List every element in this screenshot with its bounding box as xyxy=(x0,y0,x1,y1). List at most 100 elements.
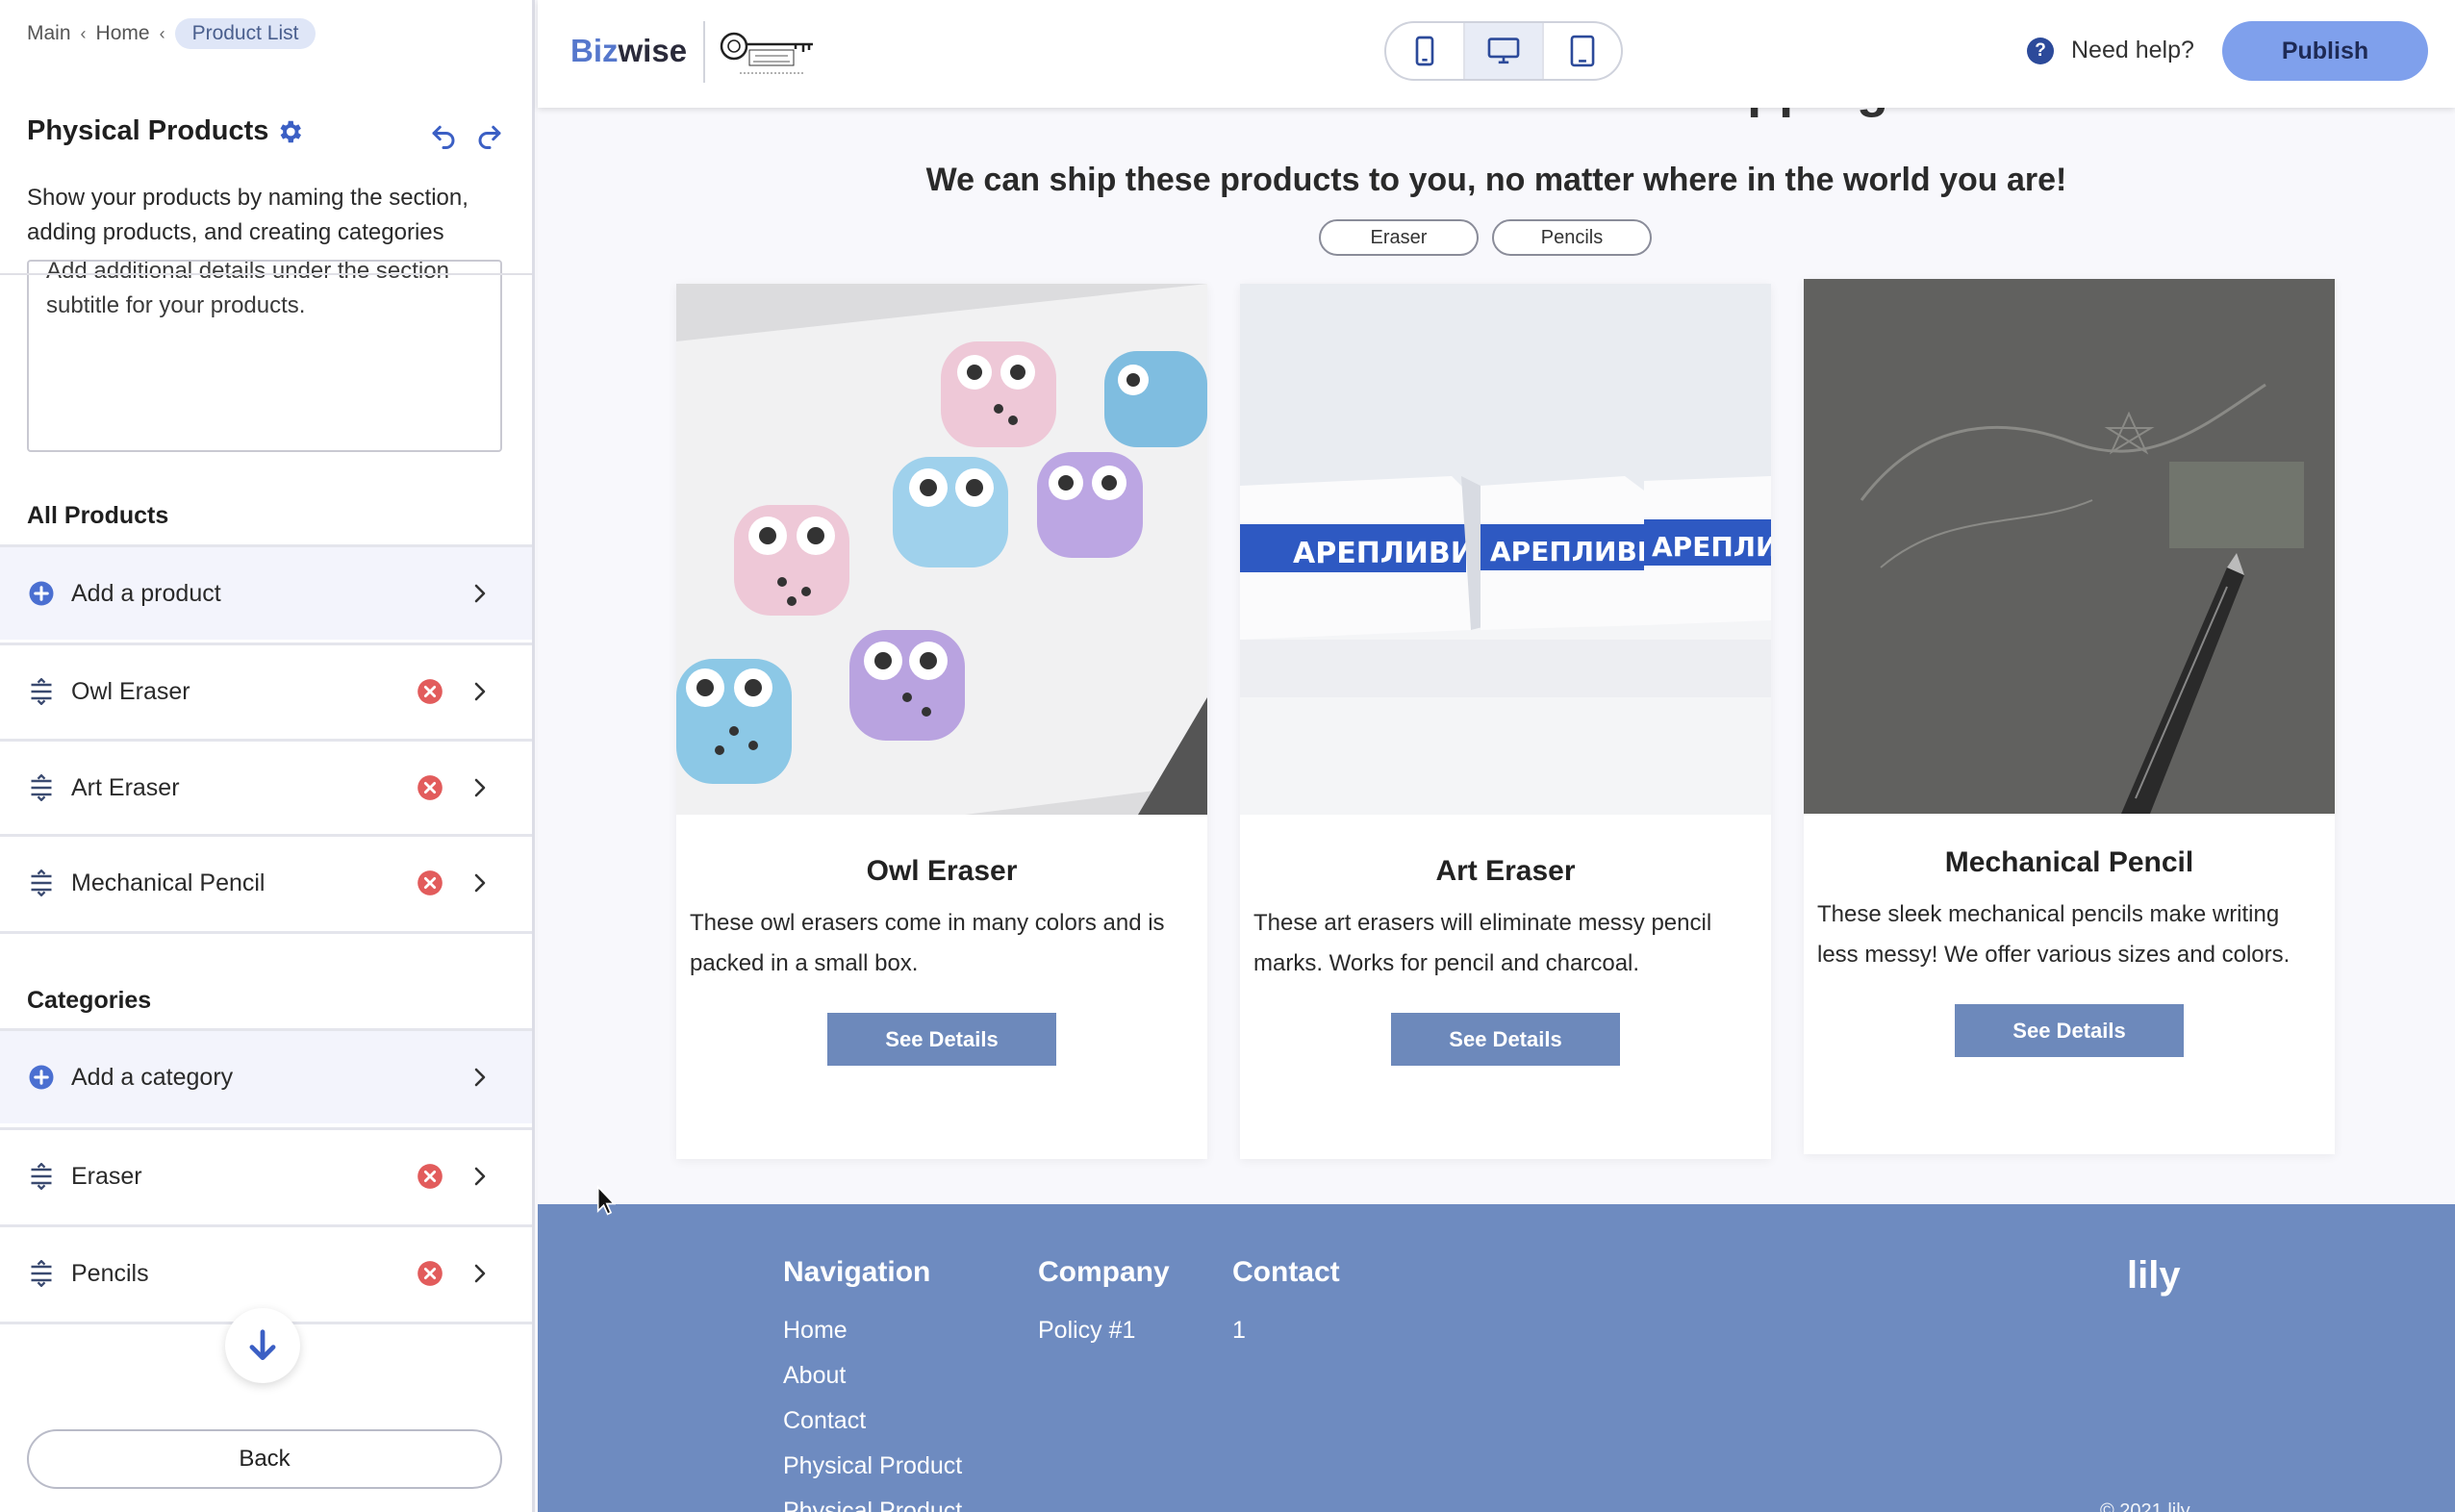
chevron-right-icon[interactable] xyxy=(468,1165,492,1188)
plus-circle-icon xyxy=(25,577,58,610)
footer-link[interactable]: About xyxy=(783,1353,962,1399)
all-products-heading: All Products xyxy=(27,502,169,529)
undo-icon[interactable] xyxy=(429,121,458,150)
category-name: Pencils xyxy=(71,1259,149,1287)
help-link[interactable]: ? Need help? xyxy=(2027,37,2194,64)
divider xyxy=(0,931,532,934)
category-chip-eraser[interactable]: Eraser xyxy=(1319,219,1479,256)
svg-text:АРЕПЛИВИР: АРЕПЛИВИР xyxy=(1293,537,1496,570)
see-details-button[interactable]: See Details xyxy=(1391,1013,1620,1066)
back-button[interactable]: Back xyxy=(27,1429,502,1489)
drag-handle-icon[interactable] xyxy=(25,675,58,708)
panel-title: Physical Products xyxy=(27,115,269,146)
footer-link[interactable]: Physical Product xyxy=(783,1489,962,1512)
drag-handle-icon[interactable] xyxy=(25,1160,58,1193)
category-filter-chips: Eraser Pencils xyxy=(1319,219,1652,256)
product-row-art-eraser[interactable]: Art Eraser xyxy=(0,739,532,834)
breadcrumb-home[interactable]: Home xyxy=(96,22,150,45)
delete-icon[interactable] xyxy=(417,1163,443,1190)
app-logo[interactable]: Bizwise xyxy=(570,33,687,69)
product-card-owl-eraser[interactable]: Owl Eraser These owl erasers come in man… xyxy=(676,284,1207,1159)
question-icon: ? xyxy=(2027,37,2054,64)
category-name: Eraser xyxy=(71,1162,142,1190)
desktop-view-button[interactable] xyxy=(1465,23,1544,79)
phone-icon xyxy=(1415,36,1434,66)
add-product-label: Add a product xyxy=(71,579,221,607)
breadcrumb-current: Product List xyxy=(174,18,316,49)
footer-link[interactable]: Home xyxy=(783,1308,962,1353)
product-name: Owl Eraser xyxy=(866,855,1018,887)
product-row-owl-eraser[interactable]: Owl Eraser xyxy=(0,643,532,738)
footer-link[interactable]: 1 xyxy=(1232,1308,1340,1353)
section-title[interactable]: Products Available for Shipping xyxy=(538,108,2455,119)
footer-logo: lily xyxy=(2127,1254,2181,1297)
section-subtitle[interactable]: We can ship these products to you, no ma… xyxy=(538,162,2455,199)
tablet-view-button[interactable] xyxy=(1544,23,1621,79)
top-bar: Bizwise ? Need help? Publish xyxy=(538,0,2455,108)
chevron-right-icon[interactable] xyxy=(468,871,492,895)
copyright: © 2021 lily xyxy=(2100,1500,2190,1512)
footer-navigation-column: Navigation Home About Contact Physical P… xyxy=(783,1256,962,1512)
product-name: Mechanical Pencil xyxy=(71,869,266,896)
chevron-right-icon[interactable] xyxy=(468,776,492,799)
product-name: Art Eraser xyxy=(1435,855,1576,887)
drag-handle-icon[interactable] xyxy=(25,1257,58,1290)
mobile-view-button[interactable] xyxy=(1386,23,1465,79)
device-toggle xyxy=(1384,21,1623,81)
delete-icon[interactable] xyxy=(417,869,443,896)
product-description: These art erasers will eliminate messy p… xyxy=(1253,910,1712,976)
breadcrumb: Main ‹ Home ‹ Product List xyxy=(27,17,316,50)
footer-company-column: Company Policy #1 xyxy=(1038,1256,1170,1353)
delete-icon[interactable] xyxy=(417,678,443,705)
footer-heading: Navigation xyxy=(783,1256,931,1288)
see-details-button[interactable]: See Details xyxy=(1955,1004,2184,1057)
product-description: These owl erasers come in many colors an… xyxy=(690,910,1165,976)
arrow-down-icon xyxy=(249,1329,276,1361)
chevron-right-icon xyxy=(474,1068,486,1087)
gear-icon[interactable] xyxy=(275,117,304,146)
add-category-row[interactable]: Add a category xyxy=(0,1028,532,1123)
svg-text:АРЕПЛИВИР: АРЕПЛИВИР xyxy=(1652,531,1771,563)
footer-link[interactable]: Contact xyxy=(783,1399,962,1444)
delete-icon[interactable] xyxy=(417,1260,443,1287)
help-label: Need help? xyxy=(2071,37,2194,63)
category-chip-pencils[interactable]: Pencils xyxy=(1492,219,1652,256)
scroll-down-button[interactable] xyxy=(225,1308,300,1383)
category-row-pencils[interactable]: Pencils xyxy=(0,1224,532,1320)
chevron-right-icon[interactable] xyxy=(468,1262,492,1285)
desktop-icon xyxy=(1487,38,1520,64)
redo-icon[interactable] xyxy=(475,121,504,150)
section-details-textarea[interactable]: Add additional details under the section… xyxy=(27,260,502,452)
product-description: These sleek mechanical pencils make writ… xyxy=(1817,901,2290,968)
product-name: Owl Eraser xyxy=(71,677,190,705)
footer-heading: Company xyxy=(1038,1256,1170,1288)
product-row-mechanical-pencil[interactable]: Mechanical Pencil xyxy=(0,834,532,929)
delete-icon[interactable] xyxy=(417,774,443,801)
plus-circle-icon xyxy=(25,1061,58,1094)
chevron-right-icon xyxy=(474,584,486,603)
preview-canvas: Products Available for Shipping We can s… xyxy=(538,108,2455,1512)
mechanical-pencil-image xyxy=(1804,279,2335,814)
add-product-row[interactable]: Add a product xyxy=(0,544,532,640)
categories-heading: Categories xyxy=(27,987,152,1014)
brand-logo-image xyxy=(720,32,813,74)
editor-sidebar: Main ‹ Home ‹ Product List Physical Prod… xyxy=(0,0,535,1512)
footer-link[interactable]: Physical Product xyxy=(783,1444,962,1489)
mouse-cursor-icon xyxy=(596,1185,616,1216)
drag-handle-icon[interactable] xyxy=(25,771,58,804)
footer-link[interactable]: Policy #1 xyxy=(1038,1308,1170,1353)
category-row-eraser[interactable]: Eraser xyxy=(0,1127,532,1222)
scroll-divider xyxy=(0,273,532,275)
chevron-right-icon[interactable] xyxy=(468,680,492,703)
see-details-button[interactable]: See Details xyxy=(827,1013,1056,1066)
logo-divider xyxy=(703,21,705,83)
breadcrumb-chevron-icon: ‹ xyxy=(80,23,87,43)
details-text: Add additional details under the section… xyxy=(46,260,449,318)
product-card-art-eraser[interactable]: АРЕПЛИВИР АРЕПЛИВИР АРЕПЛИВИР Art Eraser… xyxy=(1240,284,1771,1159)
breadcrumb-chevron-icon: ‹ xyxy=(159,23,165,43)
drag-handle-icon[interactable] xyxy=(25,867,58,899)
art-eraser-image: АРЕПЛИВИР АРЕПЛИВИР АРЕПЛИВИР xyxy=(1240,284,1771,815)
product-card-mechanical-pencil[interactable]: Mechanical Pencil These sleek mechanical… xyxy=(1804,279,2335,1154)
publish-button[interactable]: Publish xyxy=(2222,21,2428,81)
breadcrumb-main[interactable]: Main xyxy=(27,22,71,45)
